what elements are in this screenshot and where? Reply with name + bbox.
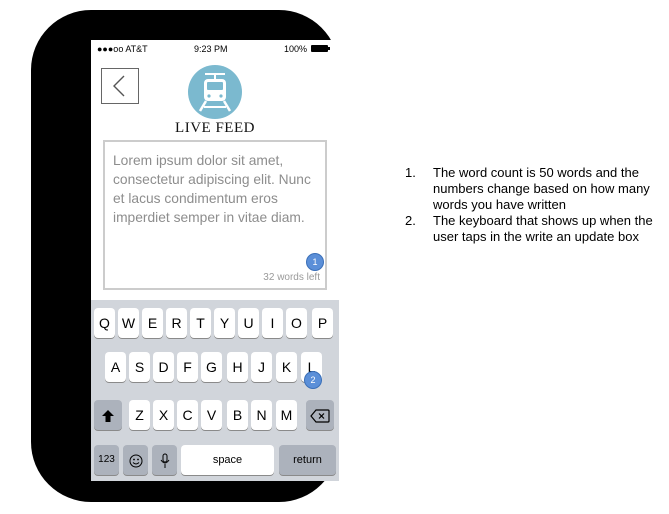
microphone-icon [160,453,169,469]
battery-percent: 100% [284,44,308,54]
annotation-marker-2: 2 [304,371,322,389]
return-key[interactable]: return [279,445,336,475]
key-j[interactable]: J [251,352,272,382]
key-e[interactable]: E [142,308,163,338]
update-text[interactable]: Lorem ipsum dolor sit amet, consectetur … [113,151,323,227]
key-z[interactable]: Z [129,400,150,430]
backspace-key[interactable] [306,400,334,430]
key-i[interactable]: I [262,308,283,338]
update-textbox[interactable]: Lorem ipsum dolor sit amet, consectetur … [103,140,327,290]
battery-icon [311,45,330,52]
key-r[interactable]: R [166,308,187,338]
key-d[interactable]: D [153,352,174,382]
emoji-icon [129,454,142,468]
key-x[interactable]: X [153,400,174,430]
key-t[interactable]: T [190,308,211,338]
key-h[interactable]: H [227,352,248,382]
annotation-text: The word count is 50 words and the numbe… [433,165,650,212]
word-counter: 32 words left [263,272,320,283]
key-s[interactable]: S [129,352,150,382]
key-k[interactable]: K [276,352,297,382]
phone-frame: ●●●oo AT&T 9:23 PM 100% LIVE FEED Lorem … [31,10,339,502]
shift-key[interactable] [94,400,122,430]
backspace-icon [310,409,330,423]
keyboard: Q W E R T Y U I O P A S D F G H J K L Z … [91,300,339,481]
emoji-key[interactable] [123,445,148,475]
annotation-marker-1: 1 [306,253,324,271]
key-v[interactable]: V [201,400,222,430]
numbers-key[interactable]: 123 [94,445,119,475]
key-b[interactable]: B [227,400,248,430]
microphone-key[interactable] [152,445,177,475]
page-title: LIVE FEED [175,120,255,136]
space-key[interactable]: space [181,445,274,475]
annotation-number: 1. [405,165,416,180]
chevron-left-icon [113,75,125,97]
key-y[interactable]: Y [214,308,235,338]
key-n[interactable]: N [251,400,272,430]
carrier-label: ●●●oo AT&T [97,44,148,54]
annotation-number: 2. [405,213,416,228]
key-u[interactable]: U [238,308,259,338]
key-p[interactable]: P [312,308,333,338]
key-c[interactable]: C [177,400,198,430]
back-button[interactable] [101,68,139,104]
tram-icon [198,73,232,112]
key-f[interactable]: F [177,352,198,382]
key-g[interactable]: G [201,352,222,382]
annotation-item-2: 2. The keyboard that shows up when the u… [405,213,655,245]
key-a[interactable]: A [105,352,126,382]
status-bar: ●●●oo AT&T 9:23 PM 100% [91,40,339,58]
key-w[interactable]: W [118,308,139,338]
key-q[interactable]: Q [94,308,115,338]
tram-logo [188,65,242,119]
key-m[interactable]: M [276,400,297,430]
annotation-text: The keyboard that shows up when the user… [433,213,653,244]
clock: 9:23 PM [194,44,228,54]
annotation-list: 1. The word count is 50 words and the nu… [405,165,655,245]
annotation-item-1: 1. The word count is 50 words and the nu… [405,165,655,213]
key-o[interactable]: O [286,308,307,338]
shift-arrow-icon [102,410,114,423]
phone-screen: ●●●oo AT&T 9:23 PM 100% LIVE FEED Lorem … [91,40,339,481]
